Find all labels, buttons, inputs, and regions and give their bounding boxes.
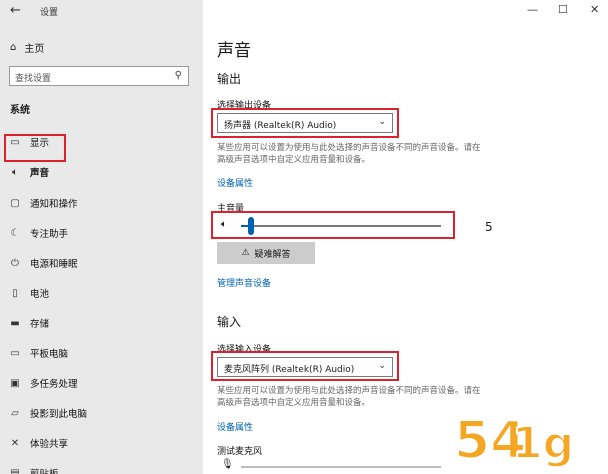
sidebar-item-label: 电池	[30, 289, 50, 300]
storage-icon: ▬	[10, 317, 20, 329]
moon-icon: ☾	[10, 227, 20, 239]
svg-text:手游网: 手游网	[558, 416, 603, 434]
window-title: 设置	[40, 8, 59, 18]
output-heading: 输出	[217, 72, 242, 86]
clipboard-icon: ▤	[10, 467, 20, 474]
sidebar-section-title: 系统	[10, 105, 30, 116]
page-title: 声音	[217, 41, 251, 61]
highlight-box-sound	[4, 134, 66, 162]
search-input[interactable]: 查找设置 ⚲	[9, 66, 189, 86]
notification-icon: ▢	[10, 197, 20, 209]
sidebar-item-label: 专注助手	[30, 229, 69, 240]
sidebar-item-label: 声音	[30, 168, 50, 179]
sidebar-item-notifications[interactable]: ▢ 通知和操作	[0, 190, 203, 216]
search-icon[interactable]: ⚲	[175, 70, 182, 81]
sidebar-item-multitasking[interactable]: ▣ 多任务处理	[0, 370, 203, 396]
sidebar-item-label: 平板电脑	[30, 349, 69, 360]
sidebar-item-label: 通知和操作	[30, 199, 78, 210]
sidebar-item-label: 电源和睡眠	[30, 259, 78, 270]
volume-value: 5	[485, 220, 493, 234]
sidebar-item-label: 存储	[30, 319, 50, 330]
warning-icon: ⚠	[241, 248, 250, 258]
highlight-box-input-device	[211, 351, 399, 381]
sidebar-item-label: 投影到此电脑	[30, 409, 88, 420]
sidebar-item-shared-experiences[interactable]: ✕ 体验共享	[0, 430, 203, 456]
sidebar: ⌂ 主页 查找设置 ⚲ 系统 ▭ 显示 🔈︎ 声音 ▢ 通知和操作 ☾ 专注助手…	[0, 24, 203, 474]
output-device-properties-link[interactable]: 设备属性	[217, 176, 253, 189]
sidebar-item-clipboard[interactable]: ▤ 剪贴板	[0, 460, 203, 474]
tablet-icon: ▭	[10, 347, 20, 359]
sidebar-item-sound[interactable]: 🔈︎ 声音	[0, 159, 203, 185]
output-note: 某些应用可以设置为使用与此处选择的声音设备不同的声音设备。请在高级声音选项中自定…	[217, 143, 481, 165]
back-arrow-icon[interactable]: ←	[10, 3, 21, 18]
speaker-icon: 🔈︎	[12, 166, 18, 178]
troubleshoot-label: 疑难解答	[254, 249, 291, 260]
sidebar-item-battery[interactable]: ▯ 电池	[0, 280, 203, 306]
sidebar-home[interactable]: ⌂ 主页	[10, 40, 44, 55]
sidebar-item-power-sleep[interactable]: ⏻ 电源和睡眠	[0, 250, 203, 276]
home-icon: ⌂	[10, 42, 17, 53]
sidebar-item-label: 剪贴板	[30, 466, 59, 474]
sidebar-item-label: 体验共享	[30, 439, 69, 450]
input-note: 某些应用可以设置为使用与此处选择的声音设备不同的声音设备。请在高级声音选项中自定…	[217, 386, 481, 408]
sidebar-item-label: 多任务处理	[30, 379, 78, 390]
microphone-icon: 🎙︎	[221, 459, 234, 470]
manage-sound-devices-link[interactable]: 管理声音设备	[217, 276, 271, 289]
search-placeholder: 查找设置	[15, 74, 52, 84]
site-watermark-logo: 54 1g 手游网	[453, 410, 604, 472]
input-heading: 输入	[217, 315, 242, 329]
sidebar-item-focus-assist[interactable]: ☾ 专注助手	[0, 220, 203, 246]
sidebar-item-storage[interactable]: ▬ 存储	[0, 310, 203, 336]
test-microphone-label: 测试麦克风	[217, 447, 263, 457]
microphone-level-meter	[241, 466, 441, 468]
sidebar-item-tablet[interactable]: ▭ 平板电脑	[0, 340, 203, 366]
power-icon: ⏻	[11, 257, 19, 269]
battery-icon: ▯	[12, 287, 18, 299]
input-device-properties-link[interactable]: 设备属性	[217, 420, 253, 433]
share-icon: ✕	[10, 437, 20, 449]
highlight-box-volume	[211, 211, 455, 239]
project-icon: ▱	[11, 407, 19, 419]
sidebar-item-project[interactable]: ▱ 投影到此电脑	[0, 400, 203, 426]
troubleshoot-button[interactable]: ⚠ 疑难解答	[217, 242, 315, 264]
title-bar-left	[0, 0, 203, 24]
highlight-box-output-device	[211, 108, 399, 138]
multitask-icon: ▣	[10, 377, 20, 389]
home-label: 主页	[24, 44, 45, 55]
